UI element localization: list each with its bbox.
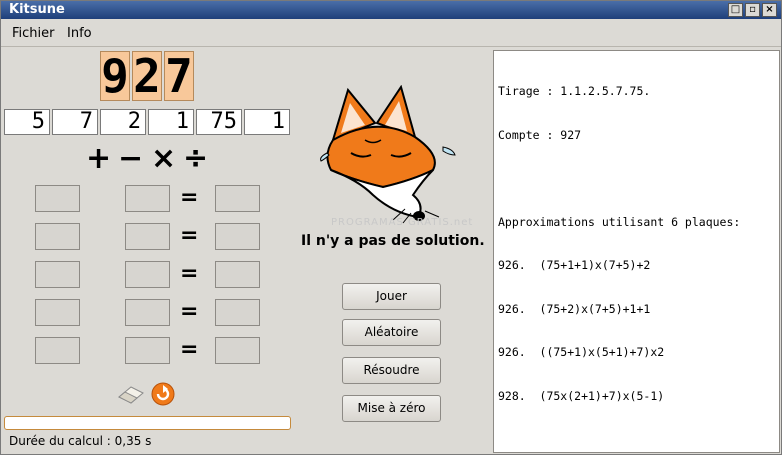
progress-bar: [4, 416, 291, 430]
crying-fox-icon: [320, 85, 456, 224]
calc-row-2-operand-1[interactable]: [35, 223, 80, 250]
watermark: PROGRAMAS GRATIS.net: [331, 217, 474, 228]
title-bar: Kitsune □ ▫ ×: [1, 1, 781, 19]
results-line: Compte : 927: [498, 127, 582, 142]
menu-info[interactable]: Info: [67, 26, 92, 41]
minus-operator[interactable]: −: [118, 144, 143, 174]
results-line: Tirage : 1.1.2.5.7.75.: [498, 84, 651, 98]
results-line: 926. (75+1+1)x(7+5)+2: [498, 258, 651, 272]
calc-row-4-equals: =: [180, 299, 199, 324]
calc-row-3-operand-2[interactable]: [125, 261, 170, 288]
multiply-operator[interactable]: ×: [151, 144, 176, 174]
solve-button[interactable]: Résoudre: [342, 357, 441, 384]
target-digit-1: 9: [100, 49, 130, 103]
calc-row-4-operand-1[interactable]: [35, 299, 80, 326]
calc-row-5-operand-2[interactable]: [125, 337, 170, 364]
plate-1[interactable]: 5: [4, 109, 50, 135]
window-title: Kitsune: [9, 2, 65, 17]
eraser-icon[interactable]: [117, 383, 145, 405]
results-line: 926. (75+2)x(7+5)+1+1: [498, 301, 651, 316]
target-digit-2: 2: [132, 49, 162, 103]
undo-icon[interactable]: [151, 382, 175, 406]
calc-row-1-result: [215, 185, 260, 212]
calc-row-1-operand-1[interactable]: [35, 185, 80, 212]
results-panel[interactable]: Tirage : 1.1.2.5.7.75. Compte : 927 Appr…: [493, 50, 780, 453]
app-window: Kitsune □ ▫ × Fichier Info 9 2 7 5 7 2 1…: [0, 0, 782, 455]
calc-row-5-operand-1[interactable]: [35, 337, 80, 364]
restore-button[interactable]: ▫: [745, 3, 760, 17]
reset-button[interactable]: Mise à zéro: [342, 395, 441, 422]
plate-4[interactable]: 1: [148, 109, 194, 135]
calc-row-4-operand-2[interactable]: [125, 299, 170, 326]
results-line: 928. (75x(2+1)+7)x(5-1): [498, 388, 665, 403]
calc-row-5-result: [215, 337, 260, 364]
calc-row-1-operand-2[interactable]: [125, 185, 170, 212]
close-button[interactable]: ×: [762, 3, 777, 17]
results-line: 926. ((75+1)x(5+1)+7)x2: [498, 345, 665, 359]
plate-5[interactable]: 75: [196, 109, 242, 135]
plate-6[interactable]: 1: [244, 109, 290, 135]
calc-row-3-result: [215, 261, 260, 288]
calc-row-2-result: [215, 223, 260, 250]
calc-row-3-operand-1[interactable]: [35, 261, 80, 288]
random-button[interactable]: Aléatoire: [342, 319, 441, 346]
calc-row-1-equals: =: [180, 185, 199, 210]
results-line: Approximations utilisant 6 plaques:: [498, 214, 741, 229]
calc-row-2-operand-2[interactable]: [125, 223, 170, 250]
calc-row-5-equals: =: [180, 337, 199, 362]
calc-duration-label: Durée du calcul : 0,35 s: [9, 434, 152, 448]
divide-operator[interactable]: ÷: [183, 144, 208, 174]
plate-3[interactable]: 2: [100, 109, 146, 135]
plus-operator[interactable]: +: [86, 144, 111, 174]
calc-row-4-result: [215, 299, 260, 326]
play-button[interactable]: Jouer: [342, 283, 441, 310]
calc-row-2-equals: =: [180, 223, 199, 248]
calc-row-3-equals: =: [180, 261, 199, 286]
maximize-button[interactable]: □: [728, 3, 743, 17]
menu-bar: Fichier Info: [1, 20, 781, 47]
plate-2[interactable]: 7: [52, 109, 98, 135]
target-digit-3: 7: [164, 49, 194, 103]
no-solution-message: Il n'y a pas de solution.: [301, 233, 485, 249]
results-line: [498, 171, 775, 186]
menu-fichier[interactable]: Fichier: [12, 26, 55, 41]
